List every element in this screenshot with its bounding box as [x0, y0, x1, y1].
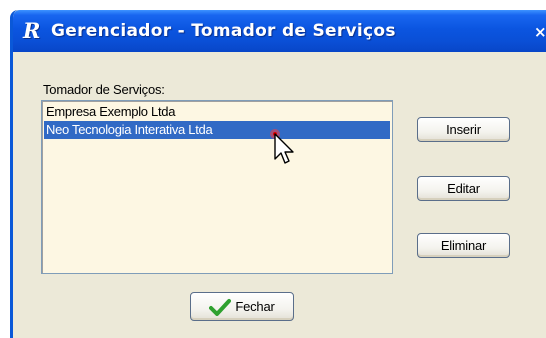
window-title: Gerenciador - Tomador de Serviços	[51, 21, 396, 41]
edit-button[interactable]: Editar	[417, 176, 510, 201]
check-icon	[209, 298, 232, 316]
service-takers-listbox[interactable]: Empresa Exemplo Ltda Neo Tecnologia Inte…	[41, 100, 393, 274]
close-window-button[interactable]: ×	[534, 23, 546, 41]
close-button[interactable]: Fechar	[190, 292, 294, 321]
mouse-pointer-icon	[270, 129, 294, 164]
app-logo-icon: R	[23, 18, 41, 43]
list-label: Tomador de Serviços:	[43, 82, 165, 97]
insert-button[interactable]: Inserir	[417, 117, 510, 142]
close-button-label: Fechar	[235, 299, 275, 314]
list-item-selected[interactable]: Neo Tecnologia Interativa Ltda	[44, 121, 390, 139]
dialog-window: R Gerenciador - Tomador de Serviços × To…	[10, 10, 546, 338]
list-item[interactable]: Empresa Exemplo Ltda	[44, 103, 390, 121]
delete-button[interactable]: Eliminar	[417, 233, 510, 258]
title-bar[interactable]: R Gerenciador - Tomador de Serviços ×	[13, 10, 546, 52]
